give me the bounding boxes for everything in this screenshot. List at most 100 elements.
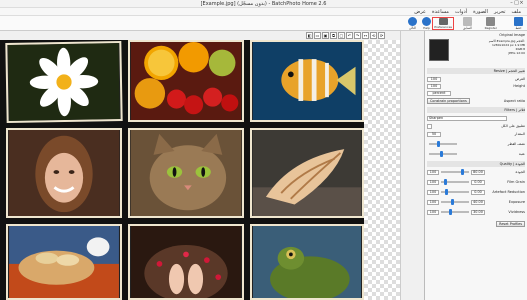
image-thumbnail xyxy=(429,39,449,61)
quality-label: Film Grain xyxy=(507,180,525,184)
reset-row: Reset Profiles xyxy=(427,221,525,227)
menu-view[interactable]: عرض xyxy=(414,9,426,15)
quality-slider[interactable] xyxy=(441,209,469,215)
quality-label: Artefact Reduction xyxy=(492,190,525,194)
quality-value[interactable]: 0.00 xyxy=(471,179,485,185)
tropical-fish-photo xyxy=(250,40,364,122)
threshold-slider[interactable] xyxy=(429,151,457,157)
aspect-row: Constrain proportions Aspect ratio xyxy=(427,98,525,104)
original-image-header: Original Image xyxy=(499,33,525,37)
quality-label: الجودة xyxy=(515,170,526,174)
register-button[interactable]: Register xyxy=(485,17,497,30)
filters-section-header[interactable]: Filters | فلاتر xyxy=(427,107,525,113)
quality-value[interactable]: 0.00 xyxy=(471,189,485,195)
amount-input[interactable]: 50 xyxy=(427,131,441,137)
quality-label: Vividness xyxy=(508,210,525,214)
width-row: 100 العرض xyxy=(427,76,525,82)
transparency-background xyxy=(364,40,400,300)
bread-basket-photo xyxy=(6,224,122,300)
quality-min: 100 xyxy=(427,169,439,175)
frog-photo xyxy=(250,224,364,300)
info-button[interactable]: التالي xyxy=(408,17,417,30)
width-input[interactable]: 100 xyxy=(427,76,441,82)
view-button-5[interactable]: ▢ xyxy=(338,32,345,39)
resize-section-header[interactable]: Resize | تغيير الحجم xyxy=(427,68,525,74)
view-button-4[interactable]: ⧉ xyxy=(330,32,337,39)
menu-tools[interactable]: أدوات xyxy=(455,9,467,15)
panel-splitter[interactable] xyxy=(400,31,424,300)
file-info: الاسم:Example.jpg الحجم: 1280x1024 px 1.… xyxy=(488,39,525,55)
quality-slider[interactable] xyxy=(441,179,469,185)
menu-bar: ملف تحرير الصورة أدوات مساعدة عرض xyxy=(0,8,527,16)
cat-photo xyxy=(128,128,244,218)
apply-all-row: تطبيق على الكل xyxy=(427,123,525,129)
white-flower-photo xyxy=(5,40,123,124)
rotate-right-button[interactable]: ⟳ xyxy=(378,32,385,39)
preferences-button[interactable]: Preferences xyxy=(432,17,454,30)
quality-slider[interactable] xyxy=(441,199,469,205)
unit-select[interactable]: percent xyxy=(427,90,451,96)
quality-slider[interactable] xyxy=(441,189,469,195)
info-icon xyxy=(408,17,417,26)
quality-section-header[interactable]: Quality | الجودة xyxy=(427,161,525,167)
quality-label: Exposure xyxy=(508,200,525,204)
floppy-icon xyxy=(514,17,523,26)
reset-profiles-button[interactable]: Reset Profiles xyxy=(496,221,525,227)
quality-row: 100 30.00 Vividness xyxy=(427,209,525,215)
rotate-left-button[interactable]: ⟲ xyxy=(370,32,377,39)
quality-min: 100 xyxy=(427,199,439,205)
save-button[interactable]: حفظ xyxy=(514,17,523,30)
app-window: [Example.jpg] (بدون مسجّل) - BatchPhoto … xyxy=(0,0,527,300)
photo-collage[interactable] xyxy=(0,40,364,300)
printer-icon xyxy=(486,17,496,26)
height-row: 100 Height xyxy=(427,83,525,89)
window-title: [Example.jpg] (بدون مسجّل) - BatchPhoto … xyxy=(200,1,327,7)
amount-row: 50 المقدار xyxy=(427,131,525,137)
quality-row: 100 0.00 Film Grain xyxy=(427,179,525,185)
quality-value[interactable]: 80.00 xyxy=(471,169,485,175)
seashell-photo xyxy=(250,128,364,218)
constrain-button[interactable]: Constrain proportions xyxy=(427,98,470,104)
radius-row: نصف القطر xyxy=(427,141,525,147)
menu-edit[interactable]: تحرير xyxy=(494,9,506,15)
help-button[interactable]: Help xyxy=(422,17,431,30)
redo-button[interactable]: ↷ xyxy=(354,32,361,39)
height-input[interactable]: 100 xyxy=(427,83,441,89)
brush-icon xyxy=(438,18,448,25)
menu-help[interactable]: مساعدة xyxy=(432,9,449,15)
quality-row: 100 80.00 الجودة xyxy=(427,169,525,175)
main-toolbar: حفظ Register السابق Preferences Help الت… xyxy=(0,16,527,31)
quality-min: 100 xyxy=(427,209,439,215)
quality-row: 100 0.00 Artefact Reduction xyxy=(427,189,525,195)
menu-file[interactable]: ملف xyxy=(511,9,521,15)
view-button-1[interactable]: ◧ xyxy=(306,32,313,39)
canvas-toolbar: ◧ ▭ ▣ ⧉ ▢ ↶ ↷ ↔ ⟲ ⟳ xyxy=(306,32,400,40)
quality-row: 100 40.00 Exposure xyxy=(427,199,525,205)
prev-button[interactable]: السابق xyxy=(463,17,472,30)
menu-image[interactable]: الصورة xyxy=(473,9,488,15)
filter-select[interactable]: Sharpen xyxy=(427,115,507,121)
threshold-row: عتبة xyxy=(427,151,525,157)
view-button-2[interactable]: ▭ xyxy=(314,32,321,39)
close-button[interactable]: × xyxy=(519,0,524,6)
quality-min: 100 xyxy=(427,179,439,185)
quality-value[interactable]: 30.00 xyxy=(471,209,485,215)
feet-petals-photo xyxy=(128,224,244,300)
flip-button[interactable]: ↔ xyxy=(362,32,369,39)
quality-value[interactable]: 40.00 xyxy=(471,199,485,205)
unit-row: percent xyxy=(427,90,525,96)
filter-row: Sharpen xyxy=(427,115,525,121)
apply-all-checkbox[interactable] xyxy=(427,123,432,129)
copy-icon xyxy=(463,17,472,26)
title-bar: [Example.jpg] (بدون مسجّل) - BatchPhoto … xyxy=(0,0,527,8)
undo-button[interactable]: ↶ xyxy=(346,32,353,39)
quality-slider[interactable] xyxy=(441,169,469,175)
window-controls: –□× xyxy=(509,0,525,8)
smiling-woman-photo xyxy=(6,128,122,218)
fruits-photo xyxy=(128,40,244,122)
view-button-3[interactable]: ▣ xyxy=(322,32,329,39)
radius-slider[interactable] xyxy=(429,141,457,147)
globe-icon xyxy=(422,17,431,26)
properties-panel: Original Image الاسم:Example.jpg الحجم: … xyxy=(424,31,527,300)
quality-min: 100 xyxy=(427,189,439,195)
